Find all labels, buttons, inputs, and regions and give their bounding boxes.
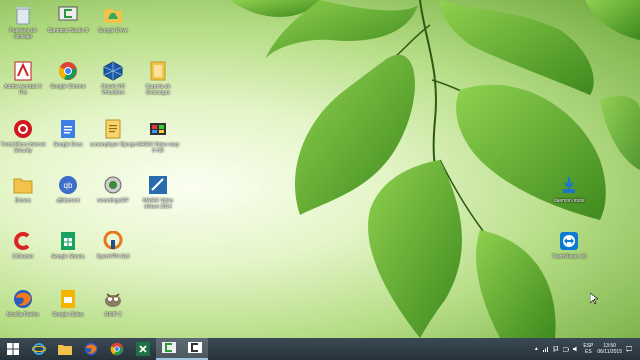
qbittorrent-icon: qb — [57, 174, 79, 196]
desktop-icon-trend-micro[interactable]: Trend Micro Internet Security — [0, 118, 46, 154]
recycle-bin-icon — [12, 4, 34, 26]
desktop-icon-label: Carpeta de Descargas — [145, 84, 171, 96]
desktop-icon-camtasia[interactable]: Camtasia Studio 8 — [45, 4, 91, 34]
desktop-icon-label: Google Chrome — [50, 84, 86, 90]
google-slides-icon — [57, 288, 79, 310]
language-subcode: ES — [585, 349, 592, 355]
desktop-icon-gimp[interactable]: GIMP 2 — [90, 288, 136, 318]
desktop-icon-label: Trend Micro Internet Security — [0, 142, 46, 154]
desktop-icon-virtualbox[interactable]: Oracle VM VirtualBox — [90, 60, 136, 96]
desktop-icon-openvpn[interactable]: OpenVPN GUI — [90, 230, 136, 260]
message-icon[interactable] — [626, 346, 632, 352]
desktop[interactable]: Papelera de reciclaje Adobe Acrobat X Pr… — [0, 0, 640, 338]
magix-icon — [147, 118, 169, 140]
desktop-icon-google-slides[interactable]: Google Slides — [45, 288, 91, 318]
file-explorer-icon — [58, 345, 72, 355]
openvpn-icon — [102, 230, 124, 252]
desktop-icon-label: recordingsGIF — [97, 198, 129, 204]
desktop-icon-chrome[interactable]: Google Chrome — [45, 60, 91, 90]
flag-icon[interactable] — [553, 346, 559, 352]
desktop-icon-label: daemon-tools — [553, 198, 585, 204]
desktop-icon-label: Google Slides — [52, 312, 84, 318]
camtasia-studio-icon — [188, 342, 202, 353]
ccleaner-icon — [12, 230, 34, 252]
language-indicator[interactable]: ESP ES — [583, 343, 593, 355]
start-button[interactable] — [0, 338, 26, 360]
taskbar-chrome[interactable] — [104, 338, 130, 360]
desktop-icon-label: Drivers — [15, 198, 31, 204]
taskbar-camtasia-studio[interactable] — [182, 338, 208, 360]
magix-deluxe-icon — [147, 174, 169, 196]
desktop-icon-label: Mozilla Firefox — [6, 312, 40, 318]
desktop-icon-firefox[interactable]: Mozilla Firefox — [0, 288, 46, 318]
desktop-icon-label: qBittorrent — [56, 198, 80, 204]
desktop-icon-screenplayer[interactable]: screenplayer Django — [90, 118, 136, 148]
folder-icon — [147, 60, 169, 82]
virtualbox-icon — [102, 60, 124, 82]
desktop-icon-label: MAGIX Video deluxe 2014 — [142, 198, 174, 210]
google-sheets-icon — [57, 230, 79, 252]
recorder-icon — [102, 174, 124, 196]
desktop-icon-label: screenplayer Django — [90, 142, 136, 148]
clock[interactable]: 13:50 06/11/2015 — [597, 343, 622, 355]
camtasia-icon — [57, 4, 79, 26]
clock-date: 06/11/2015 — [597, 349, 622, 355]
trend-micro-icon — [12, 118, 34, 140]
document-icon — [102, 118, 124, 140]
google-docs-icon — [57, 118, 79, 140]
gimp-icon — [102, 288, 124, 310]
desktop-icon-google-sheets[interactable]: Google Sheets — [45, 230, 91, 260]
desktop-icon-label: Oracle VM VirtualBox — [101, 84, 125, 96]
desktop-icon-ccleaner[interactable]: CCleaner — [0, 230, 46, 260]
desktop-icon-label: Google Sheets — [51, 254, 85, 260]
taskbar-camtasia-recorder[interactable] — [156, 338, 182, 360]
taskbar-internet-explorer[interactable] — [26, 338, 52, 360]
desktop-icon-daemon-tools[interactable]: daemon-tools — [546, 174, 592, 204]
chrome-icon — [57, 60, 79, 82]
desktop-icon-label: TeamViewer 10 — [551, 254, 587, 260]
desktop-icon-downloads-folder[interactable]: Carpeta de Descargas — [135, 60, 181, 96]
desktop-icon-label: Google Drive — [98, 28, 128, 34]
network-icon[interactable] — [543, 346, 549, 352]
camtasia-recorder-icon — [162, 342, 176, 353]
acrobat-icon — [12, 60, 34, 82]
desktop-icon-google-docs[interactable]: Google Docs — [45, 118, 91, 148]
teamviewer-icon — [558, 230, 580, 252]
taskbar-excel[interactable] — [130, 338, 156, 360]
desktop-icon-magix-easy[interactable]: MAGIX Video easy 5 HD — [135, 118, 181, 154]
desktop-icon-label: Papelera de reciclaje — [9, 28, 37, 40]
desktop-icon-recordings[interactable]: recordingsGIF — [90, 174, 136, 204]
firefox-icon — [84, 342, 98, 356]
desktop-icon-recycle-bin[interactable]: Papelera de reciclaje — [0, 4, 46, 40]
daemon-tools-icon — [558, 174, 580, 196]
desktop-icon-label: GIMP 2 — [104, 312, 122, 318]
desktop-icon-label: MAGIX Video easy 5 HD — [136, 142, 180, 154]
folder-icon — [12, 174, 34, 196]
desktop-icon-label: Camtasia Studio 8 — [47, 28, 89, 34]
internet-explorer-icon — [32, 343, 46, 355]
taskbar-file-explorer[interactable] — [52, 338, 78, 360]
desktop-icon-label: CCleaner — [12, 254, 34, 260]
chevron-up-icon[interactable]: ▲ — [533, 346, 539, 352]
desktop-icon-label: OpenVPN GUI — [96, 254, 130, 260]
desktop-icon-drivers[interactable]: Drivers — [0, 174, 46, 204]
svg-text:qb: qb — [64, 181, 73, 190]
firefox-icon — [12, 288, 34, 310]
desktop-icon-acrobat[interactable]: Adobe Acrobat X Pro — [0, 60, 46, 96]
desktop-icon-teamviewer[interactable]: TeamViewer 10 — [546, 230, 592, 260]
desktop-icon-google-drive[interactable]: Google Drive — [90, 4, 136, 34]
desktop-icon-magix-deluxe[interactable]: MAGIX Video deluxe 2014 — [135, 174, 181, 210]
mouse-cursor-icon — [590, 293, 598, 305]
desktop-icon-label: Adobe Acrobat X Pro — [4, 84, 42, 96]
system-tray: ▲ ESP ES 13:50 06/11/2015 — [533, 338, 632, 360]
windows-start-icon — [7, 343, 19, 355]
desktop-icon-label: Google Docs — [53, 142, 83, 148]
excel-icon — [136, 342, 150, 356]
volume-icon[interactable] — [573, 346, 579, 352]
desktop-icon-qbittorrent[interactable]: qb qBittorrent — [45, 174, 91, 204]
battery-icon[interactable] — [563, 346, 570, 352]
taskbar-firefox[interactable] — [78, 338, 104, 360]
google-drive-icon — [102, 4, 124, 26]
chrome-icon — [110, 342, 124, 356]
